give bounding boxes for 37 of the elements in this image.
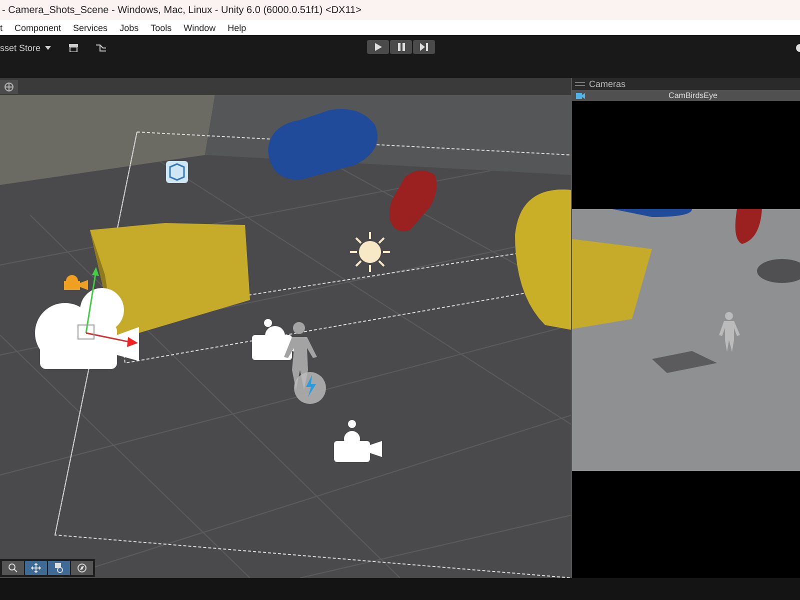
pause-icon	[398, 43, 404, 51]
search-tool-button[interactable]	[2, 561, 24, 575]
move-icon	[31, 563, 41, 573]
package-icon[interactable]	[68, 44, 78, 52]
panel-title: Cameras	[589, 79, 626, 89]
cube-gizmo-icon	[166, 161, 188, 183]
layers-icon	[54, 563, 64, 573]
window-title: - Camera_Shots_Scene - Windows, Mac, Linux - Unity 6.0 (6000.0.51f1) <DX11>	[2, 4, 362, 16]
cloud-icon[interactable]	[794, 43, 800, 52]
compass-tool-button[interactable]	[71, 561, 93, 575]
menu-item[interactable]: Window	[184, 22, 216, 32]
dropdown-caret-icon[interactable]	[44, 46, 51, 50]
play-button[interactable]	[367, 40, 389, 54]
nav-marker-icon	[294, 372, 326, 404]
step-button[interactable]	[413, 40, 435, 54]
menu-item[interactable]: Help	[228, 22, 246, 32]
menu-item[interactable]: Jobs	[120, 22, 139, 32]
play-icon	[374, 43, 382, 51]
menu-item[interactable]: Component	[14, 22, 62, 32]
step-icon	[420, 43, 428, 51]
globe-icon	[4, 82, 14, 92]
layers-tool-button[interactable]	[48, 561, 70, 575]
drag-handle-icon[interactable]	[575, 82, 585, 86]
camera-icon	[576, 92, 585, 98]
sun-icon	[349, 231, 391, 273]
branch-icon[interactable]	[96, 44, 106, 52]
menu-item[interactable]: t	[0, 22, 3, 32]
capsule-object	[390, 170, 437, 232]
camera-icon	[334, 420, 382, 462]
menu-item[interactable]: Tools	[150, 22, 172, 32]
gizmo-toggle-button[interactable]	[0, 80, 18, 94]
compass-icon	[77, 563, 87, 573]
move-tool-button[interactable]	[25, 561, 47, 575]
asset-store-menu[interactable]: sset Store	[0, 43, 41, 53]
search-icon	[8, 563, 18, 573]
pause-button[interactable]	[390, 40, 412, 54]
menu-item[interactable]: Services	[73, 22, 108, 32]
